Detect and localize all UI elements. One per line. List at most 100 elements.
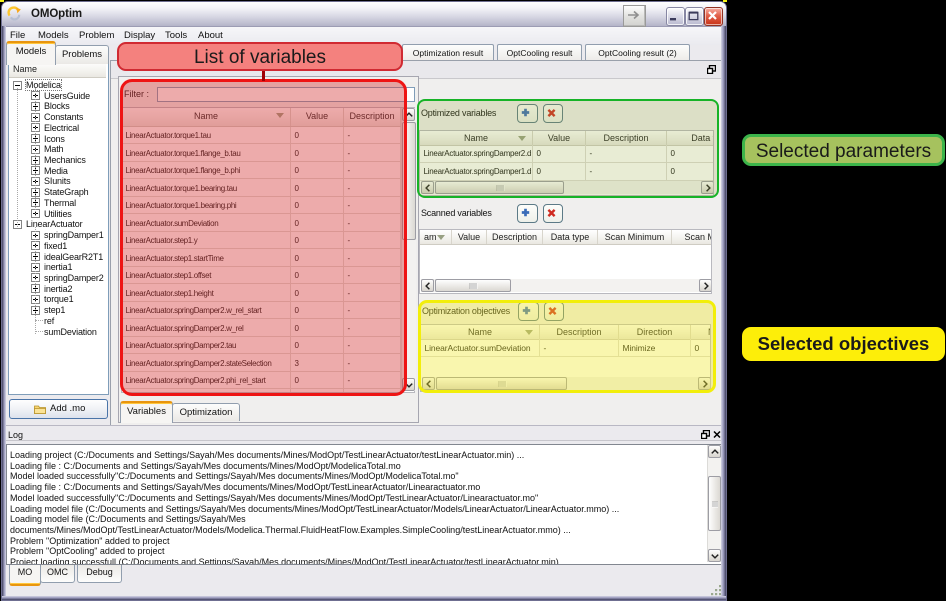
variable-row[interactable]: LinearActuator.springDamper2.stateSelect… xyxy=(122,354,414,372)
column-header[interactable]: am xyxy=(420,230,452,244)
tree-item-Thermal[interactable]: Thermal xyxy=(9,197,106,208)
menu-item-about[interactable]: About xyxy=(198,30,223,41)
column-header[interactable]: Direction xyxy=(619,325,691,339)
tree-item-Constants[interactable]: Constants xyxy=(9,112,106,123)
log-tab-debug[interactable]: Debug xyxy=(77,565,122,583)
tree-item-StateGraph[interactable]: StateGraph xyxy=(9,187,106,198)
tree-item-inertia1[interactable]: inertia1 xyxy=(9,262,106,273)
menu-item-tools[interactable]: Tools xyxy=(165,30,187,41)
variable-row[interactable]: LinearActuator.springDamper2.phi_rel0- xyxy=(122,389,414,393)
variable-row[interactable]: LinearActuator.torque1.bearing.phi0- xyxy=(122,197,414,215)
tree-item-Media[interactable]: Media xyxy=(9,165,106,176)
menu-item-models[interactable]: Models xyxy=(38,30,69,41)
optimization-objectives-add-button[interactable] xyxy=(518,302,539,321)
scroll-up-button[interactable] xyxy=(402,108,415,121)
optimized-variables-row[interactable]: LinearActuator.springDamper2.d0-0 xyxy=(420,145,713,163)
maximize-button[interactable] xyxy=(685,7,704,26)
left-tab-models[interactable]: Models xyxy=(6,41,56,65)
scanned-variables-add-button[interactable] xyxy=(517,204,538,223)
scroll-thumb[interactable] xyxy=(436,377,567,390)
variable-row[interactable]: LinearActuator.sumDeviation0- xyxy=(122,214,414,232)
scroll-thumb[interactable] xyxy=(435,279,511,292)
scroll-down-button[interactable] xyxy=(708,549,721,562)
optimized-variables-row[interactable]: LinearActuator.springDamper1.d0-0 xyxy=(420,163,713,181)
scroll-right-button[interactable] xyxy=(699,279,712,292)
log-view[interactable]: Loading project (C:/Documents and Settin… xyxy=(6,444,723,565)
tree-item-torque1[interactable]: torque1 xyxy=(9,294,106,305)
scroll-up-button[interactable] xyxy=(708,445,721,458)
variable-row[interactable]: LinearActuator.step1.y0- xyxy=(122,232,414,250)
column-header-name[interactable]: Name xyxy=(122,108,291,126)
scroll-left-button[interactable] xyxy=(422,377,435,390)
column-header[interactable]: Description xyxy=(487,230,543,244)
column-header-description[interactable]: Description xyxy=(344,108,401,126)
optimized-variables-remove-button[interactable] xyxy=(543,104,563,123)
scroll-thumb[interactable] xyxy=(708,476,721,531)
scroll-left-button[interactable] xyxy=(421,279,434,292)
menu-item-file[interactable]: File xyxy=(10,30,25,41)
tree-item-ref[interactable]: ref xyxy=(9,315,106,326)
column-header-value[interactable]: Value xyxy=(291,108,344,126)
column-header[interactable]: Value xyxy=(452,230,487,244)
variable-row[interactable]: LinearActuator.springDamper2.tau0- xyxy=(122,337,414,355)
variable-row[interactable]: LinearActuator.torque1.flange_b.phi0- xyxy=(122,162,414,180)
optimization-objectives-hscrollbar[interactable] xyxy=(422,377,711,390)
variable-row[interactable]: LinearActuator.step1.startTime0- xyxy=(122,249,414,267)
column-header[interactable]: Name xyxy=(421,325,540,339)
tree-item-Blocks[interactable]: Blocks xyxy=(9,101,106,112)
scroll-right-button[interactable] xyxy=(698,377,711,390)
tree-item-Mechanics[interactable]: Mechanics xyxy=(9,155,106,166)
optimization-objectives-remove-button[interactable] xyxy=(544,302,564,321)
dock-close-icon[interactable] xyxy=(713,430,721,439)
column-header[interactable]: Description xyxy=(586,131,667,145)
minimize-button[interactable] xyxy=(666,7,685,26)
optimization-objectives-row[interactable]: LinearActuator.sumDeviation-Minimize0 xyxy=(421,339,710,357)
variables-scrollbar[interactable] xyxy=(401,108,416,391)
menu-item-problem[interactable]: Problem xyxy=(79,30,114,41)
tree-item-Icons[interactable]: Icons xyxy=(9,133,106,144)
tree-item-springDamper1[interactable]: springDamper1 xyxy=(9,230,106,241)
tree-item-Modelica[interactable]: Modelica xyxy=(9,80,106,91)
dock-float-icon[interactable] xyxy=(701,430,710,439)
tree-item-SIunits[interactable]: SIunits xyxy=(9,176,106,187)
variable-row[interactable]: LinearActuator.torque1.bearing.tau0- xyxy=(122,179,414,197)
left-tab-problems[interactable]: Problems xyxy=(55,45,109,64)
log-tab-mo[interactable]: MO xyxy=(9,565,41,586)
column-header[interactable]: Value xyxy=(533,131,586,145)
variable-row[interactable]: LinearActuator.springDamper2.w_rel_start… xyxy=(122,302,414,320)
panel-tab-optimization[interactable]: Optimization xyxy=(172,403,240,421)
column-header[interactable]: Data type xyxy=(667,131,714,145)
panel-tab-variables[interactable]: Variables xyxy=(120,401,173,423)
scroll-thumb[interactable] xyxy=(435,181,564,194)
variable-row[interactable]: LinearActuator.step1.height0- xyxy=(122,284,414,302)
tree-item-sumDeviation[interactable]: sumDeviation xyxy=(9,326,106,337)
column-header[interactable]: N xyxy=(691,325,711,339)
filter-input[interactable] xyxy=(157,87,415,102)
variable-row[interactable]: LinearActuator.springDamper2.w_rel0- xyxy=(122,319,414,337)
column-header[interactable]: Data type xyxy=(543,230,598,244)
column-header[interactable]: Scan Maximum xyxy=(672,230,712,244)
tree-item-Electrical[interactable]: Electrical xyxy=(9,122,106,133)
column-header[interactable]: Scan Minimum xyxy=(598,230,672,244)
log-scrollbar[interactable] xyxy=(707,445,721,562)
tree-item-Math[interactable]: Math xyxy=(9,144,106,155)
tree-item-LinearActuator[interactable]: LinearActuator xyxy=(9,219,106,230)
scanned-variables-hscrollbar[interactable] xyxy=(421,279,712,292)
log-tab-omc[interactable]: OMC xyxy=(40,565,75,583)
tree-item-fixed1[interactable]: fixed1 xyxy=(9,240,106,251)
scroll-down-button[interactable] xyxy=(402,378,415,391)
scroll-thumb[interactable] xyxy=(402,122,416,240)
variable-row[interactable]: LinearActuator.springDamper2.phi_rel_sta… xyxy=(122,372,414,390)
tree-item-inertia2[interactable]: inertia2 xyxy=(9,283,106,294)
variable-row[interactable]: LinearActuator.torque1.tau0- xyxy=(122,127,414,145)
menu-item-display[interactable]: Display xyxy=(124,30,155,41)
tree-item-step1[interactable]: step1 xyxy=(9,305,106,316)
tree-item-UsersGuide[interactable]: UsersGuide xyxy=(9,90,106,101)
tree-item-Utilities[interactable]: Utilities xyxy=(9,208,106,219)
scroll-right-button[interactable] xyxy=(701,181,714,194)
tree-item-idealGearR2T1[interactable]: idealGearR2T1 xyxy=(9,251,106,262)
variable-row[interactable]: LinearActuator.torque1.flange_b.tau0- xyxy=(122,144,414,162)
column-header[interactable]: Name xyxy=(420,131,533,145)
close-button[interactable] xyxy=(704,7,723,26)
resize-grip[interactable] xyxy=(711,585,722,596)
